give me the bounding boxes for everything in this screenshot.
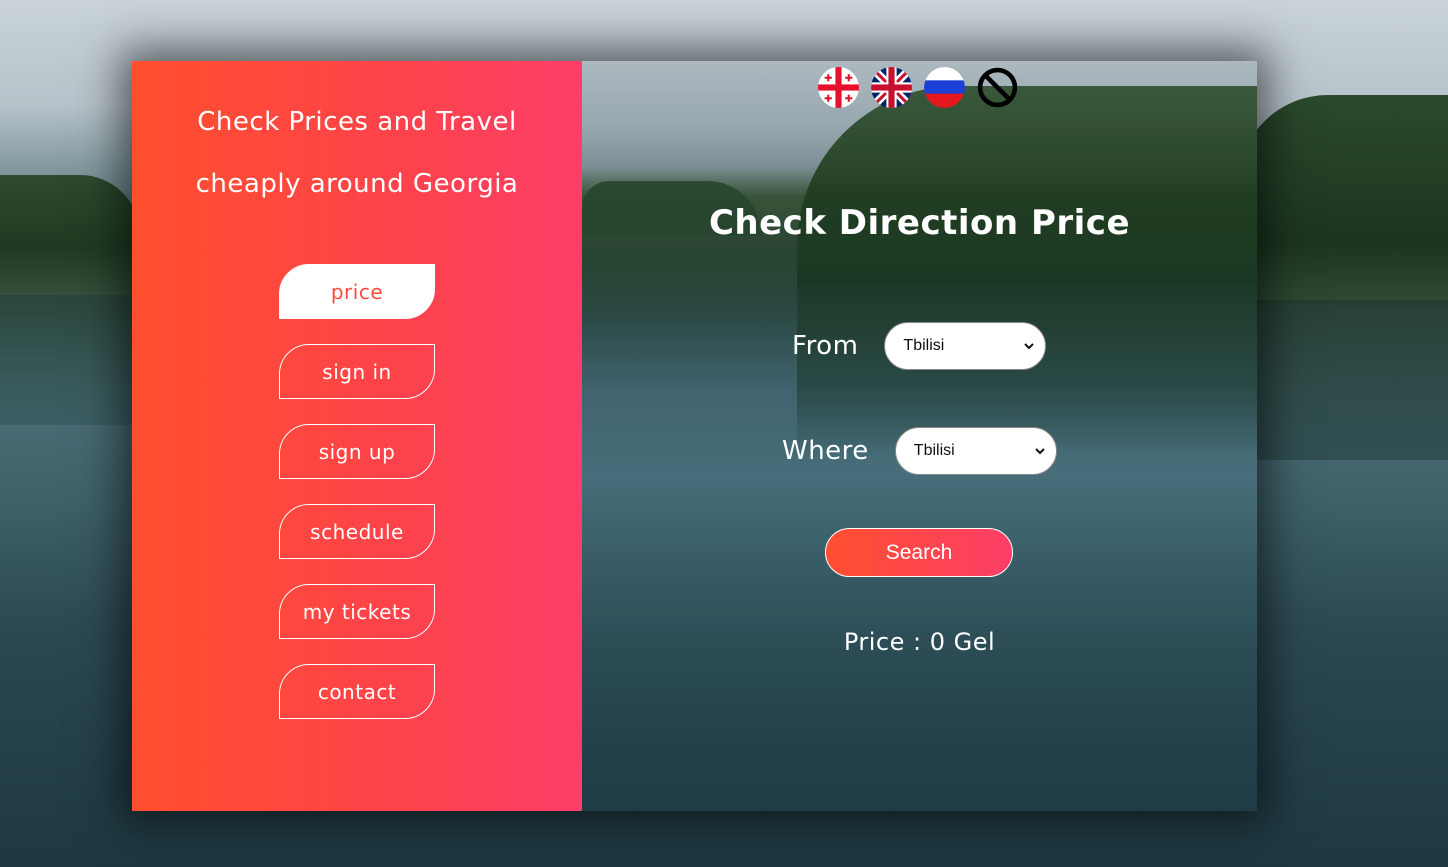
search-button[interactable]: Search bbox=[825, 528, 1013, 577]
from-select[interactable]: Tbilisi bbox=[884, 322, 1047, 370]
sidebar: Check Prices and Travel cheaply around G… bbox=[132, 61, 582, 811]
chevron-down-icon bbox=[1024, 343, 1035, 350]
tagline: Check Prices and Travel cheaply around G… bbox=[132, 91, 582, 215]
price-panel: Check Direction Price From Tbilisi Where… bbox=[582, 61, 1257, 811]
georgia-flag-icon[interactable] bbox=[818, 67, 859, 108]
page-title: Check Direction Price bbox=[708, 203, 1131, 243]
nav-price-button[interactable]: price bbox=[279, 264, 435, 319]
sidebar-nav: price sign in sign up schedule my ticket… bbox=[279, 264, 435, 744]
nav-sign-in-button[interactable]: sign in bbox=[279, 344, 435, 399]
background-reflection-right bbox=[1238, 300, 1448, 460]
background-scenery-right bbox=[1238, 95, 1448, 305]
nav-schedule-button[interactable]: schedule bbox=[279, 504, 435, 559]
main-card: Check Prices and Travel cheaply around G… bbox=[132, 61, 1257, 811]
from-select-value: Tbilisi bbox=[903, 337, 945, 354]
tagline-line-1: Check Prices and Travel bbox=[197, 107, 517, 137]
where-select-value: Tbilisi bbox=[913, 442, 955, 459]
from-label: From bbox=[792, 331, 859, 361]
nav-my-tickets-button[interactable]: my tickets bbox=[279, 584, 435, 639]
from-row: From Tbilisi bbox=[792, 322, 1047, 370]
tagline-line-2: cheaply around Georgia bbox=[195, 169, 519, 199]
where-row: Where Tbilisi bbox=[782, 427, 1057, 475]
nav-sign-up-button[interactable]: sign up bbox=[279, 424, 435, 479]
where-select[interactable]: Tbilisi bbox=[894, 427, 1057, 475]
language-switcher bbox=[818, 67, 1018, 108]
price-result: Price : 0 Gel bbox=[843, 628, 996, 656]
background-reflection-left bbox=[0, 295, 140, 425]
where-label: Where bbox=[782, 436, 869, 466]
uk-flag-icon[interactable] bbox=[871, 67, 912, 108]
russia-flag-icon[interactable] bbox=[924, 67, 965, 108]
chevron-down-icon bbox=[1035, 448, 1045, 455]
background-scenery-left bbox=[0, 175, 140, 295]
nav-contact-button[interactable]: contact bbox=[279, 664, 435, 719]
prohibited-icon[interactable] bbox=[977, 67, 1018, 108]
